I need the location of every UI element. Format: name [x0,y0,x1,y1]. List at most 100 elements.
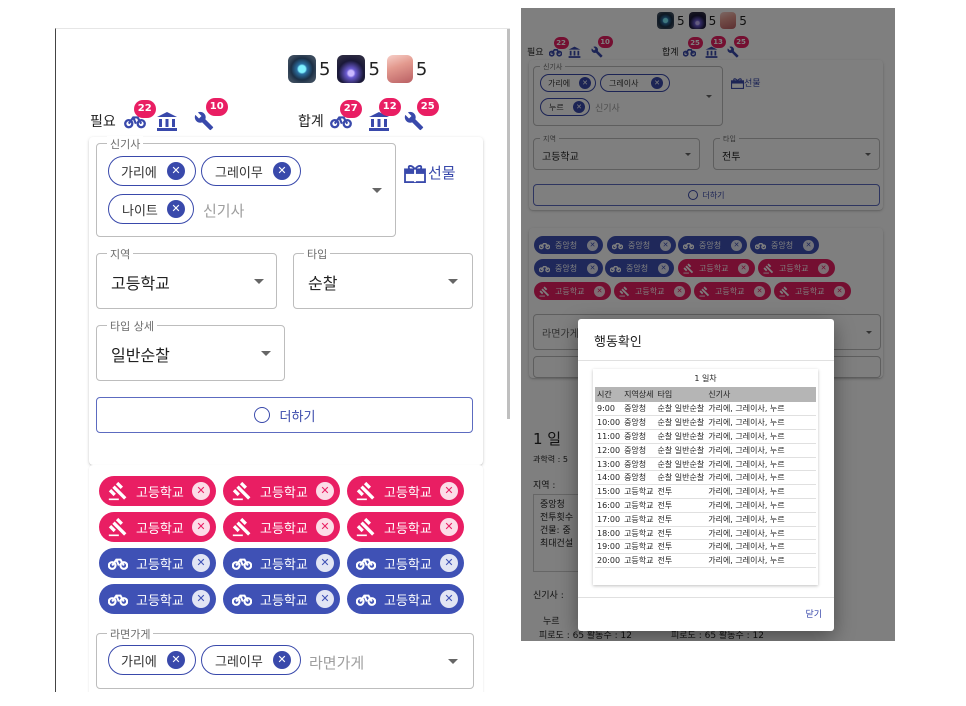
region-select[interactable]: 지역 고등학교 [96,246,277,309]
tag-remove-icon[interactable]: ✕ [192,554,210,572]
scroll-book-icon [386,55,413,83]
schedule-row: 12:00 중앙청 순찰 일반순찰 가리에, 그레이사, 누르 [595,443,816,458]
total-bike-badge: 27 [339,100,362,118]
tag-label: 고등학교 [384,557,432,573]
gavel-icon [356,517,375,537]
cell-region: 중앙청 [622,415,656,431]
cell-members: 가리에, 그레이사, 누르 [706,443,816,458]
cell-region: 중앙청 [622,402,656,417]
tag-remove-icon[interactable]: ✕ [192,518,210,536]
cell-members: 가리에, 그레이사, 누르 [706,498,816,513]
cell-region: 고등학교 [622,498,656,513]
type-value: 순찰 [308,274,338,293]
type-select[interactable]: 타입 순찰 [293,246,473,309]
activity-tag-battle: 고등학교 ✕ [347,512,464,542]
activity-tag-battle: 고등학교 ✕ [99,476,216,506]
cell-type: 전투 [655,539,707,555]
chip-remove-icon[interactable]: ✕ [167,651,185,669]
shingisa-select[interactable]: 신기사 가리에 ✕ 그레이무 ✕ 나이트 ✕ 신기사 [96,136,396,237]
schedule-row: 11:00 중앙청 순찰 일반순찰 가리에, 그레이사, 누르 [595,429,816,444]
cell-region: 중앙청 [622,457,656,472]
activity-form-card: 신기사 가리에 ✕ 그레이무 ✕ 나이트 ✕ 신기사 선물 지역 고등학교 타입… [89,136,483,465]
cell-type: 전투 [655,526,707,541]
region-value: 고등학교 [111,274,170,293]
cell-region: 중앙청 [622,470,656,486]
add-button[interactable]: 더하기 [96,397,473,433]
cell-members: 가리에, 그레이사, 누르 [706,429,816,444]
tag-label: 고등학교 [260,557,308,573]
tag-remove-icon[interactable]: ✕ [440,518,458,536]
scrollbar[interactable] [507,29,510,419]
tag-remove-icon[interactable]: ✕ [192,482,210,500]
activity-tag-battle: 고등학교 ✕ [223,476,340,506]
gift-button[interactable]: 선물 [404,162,456,183]
dropdown-caret-icon[interactable] [448,659,458,664]
resource-count: 5 [319,58,331,80]
activity-tag-battle: 고등학교 ✕ [347,476,464,506]
tag-remove-icon[interactable]: ✕ [316,518,334,536]
schedule-card: 1 일차 시간 지역상세 타입 신기사 9:00 중앙청 순찰 일반순찰 가리에, 그… [593,369,818,585]
tag-remove-icon[interactable]: ✕ [316,590,334,608]
shingisa-label: 신기사 [107,136,144,152]
chip-remove-icon[interactable]: ✕ [167,200,185,218]
cell-members: 가리에, 그레이사, 누르 [706,526,816,541]
tag-label: 고등학교 [384,485,432,501]
cell-time: 12:00 [595,443,623,458]
close-button[interactable]: 닫기 [805,607,822,620]
chip-knight: 나이트 ✕ [108,194,194,224]
dropdown-caret-icon[interactable] [254,279,264,284]
cell-region: 고등학교 [622,553,656,569]
tag-label: 고등학교 [136,521,184,537]
cell-time: 18:00 [595,526,623,541]
tag-remove-icon[interactable]: ✕ [440,482,458,500]
gear-crystal-icon [288,55,316,83]
bike-icon [356,558,376,570]
cell-time: 19:00 [595,539,623,555]
cell-time: 13:00 [595,457,623,472]
region-label: 지역 [107,246,134,262]
gift-label: 선물 [428,164,456,182]
tag-remove-icon[interactable]: ✕ [316,554,334,572]
tag-remove-icon[interactable]: ✕ [316,482,334,500]
tag-label: 고등학교 [384,593,432,609]
schedule-row: 9:00 중앙청 순찰 일반순찰 가리에, 그레이사, 누르 [595,402,816,417]
chip-remove-icon[interactable]: ✕ [167,162,185,180]
cell-region: 고등학교 [622,526,656,541]
cell-region: 중앙청 [622,443,656,458]
gavel-icon [232,517,251,537]
tag-remove-icon[interactable]: ✕ [440,554,458,572]
cell-time: 20:00 [595,553,623,569]
chip-remove-icon[interactable]: ✕ [273,651,291,669]
cell-members: 가리에, 그레이사, 누르 [706,457,816,472]
activity-tag-patrol: 고등학교 ✕ [99,548,216,578]
tag-remove-icon[interactable]: ✕ [440,590,458,608]
schedule-table: 시간 지역상세 타입 신기사 9:00 중앙청 순찰 일반순찰 가리에, 그레이사, … [595,387,816,569]
need-label: 필요 [90,114,116,130]
confirm-dialog: 행동확인 1 일차 시간 지역상세 타입 신기사 9:00 중앙청 순찰 일반순찰 가… [578,319,834,631]
type-detail-value: 일반순찰 [111,346,170,365]
dropdown-caret-icon[interactable] [372,188,382,193]
ramen-shop-select[interactable]: 라면가게 가리에 ✕ 그레이무 ✕ 라면가게 [96,626,474,689]
tag-label: 고등학교 [260,593,308,609]
gavel-icon [356,481,375,501]
gavel-icon [232,481,251,501]
tag-label: 고등학교 [136,485,184,501]
dropdown-caret-icon[interactable] [448,279,458,284]
type-detail-select[interactable]: 타입 상세 일반순찰 [96,318,285,381]
cell-time: 10:00 [595,415,623,431]
dropdown-caret-icon[interactable] [261,351,271,356]
tag-label: 고등학교 [260,485,308,501]
dark-tower-icon [337,55,366,83]
gavel-icon [108,481,127,501]
bike-icon: 27 [329,100,362,129]
tag-remove-icon[interactable]: ✕ [192,590,210,608]
cell-type: 전투 [655,512,707,527]
chip-garie: 가리에 ✕ [108,156,196,186]
cell-type: 순찰 일반순찰 [655,429,707,444]
chip-remove-icon[interactable]: ✕ [273,162,291,180]
need-wrench-badge: 10 [205,98,228,116]
chip-label: 그레이무 [215,654,263,670]
col-header-type: 타입 [655,387,707,402]
bank-icon [156,111,178,131]
cell-type: 순찰 일반순찰 [655,402,707,417]
